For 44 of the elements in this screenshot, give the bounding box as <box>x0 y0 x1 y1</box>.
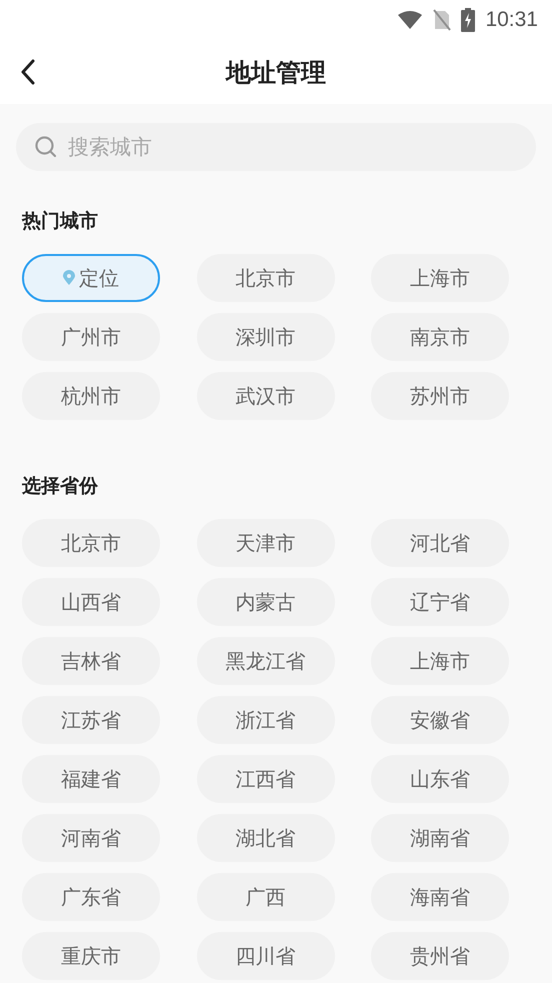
province-chip[interactable]: 辽宁省 <box>371 578 509 626</box>
wifi-icon <box>397 10 424 30</box>
province-chip[interactable]: 广东省 <box>22 873 160 921</box>
search-icon <box>34 135 58 159</box>
province-chip[interactable]: 山东省 <box>371 755 509 803</box>
city-chip[interactable]: 苏州市 <box>371 372 509 420</box>
city-chip[interactable]: 定位 <box>22 254 160 302</box>
province-chip[interactable]: 北京市 <box>22 519 160 567</box>
city-chip[interactable]: 武汉市 <box>196 372 334 420</box>
province-chip[interactable]: 黑龙江省 <box>196 637 334 685</box>
province-chip[interactable]: 福建省 <box>22 755 160 803</box>
province-chip[interactable]: 河北省 <box>371 519 509 567</box>
city-chip[interactable]: 杭州市 <box>22 372 160 420</box>
province-chip[interactable]: 江西省 <box>196 755 334 803</box>
no-sim-icon <box>433 9 452 31</box>
province-chip[interactable]: 内蒙古 <box>196 578 334 626</box>
section-title: 热门城市 <box>22 209 99 234</box>
province-chip[interactable]: 江苏省 <box>22 696 160 744</box>
battery-icon <box>461 8 476 32</box>
province-chip[interactable]: 海南省 <box>371 873 509 921</box>
city-chip[interactable]: 上海市 <box>371 254 509 302</box>
city-chip[interactable]: 北京市 <box>196 254 334 302</box>
province-chip[interactable]: 贵州省 <box>371 932 509 980</box>
city-chip[interactable]: 南京市 <box>371 313 509 361</box>
province-chip[interactable]: 安徽省 <box>371 696 509 744</box>
province-chip[interactable]: 湖北省 <box>196 814 334 862</box>
location-pin-icon <box>63 270 75 286</box>
province-chip[interactable]: 广西 <box>196 873 334 921</box>
status-time: 10:31 <box>485 8 538 32</box>
section-title: 选择省份 <box>22 474 99 499</box>
province-chip[interactable]: 四川省 <box>196 932 334 980</box>
province-chip[interactable]: 重庆市 <box>22 932 160 980</box>
province-chip[interactable]: 湖南省 <box>371 814 509 862</box>
province-chip[interactable]: 上海市 <box>371 637 509 685</box>
page-title: 地址管理 <box>226 56 326 88</box>
search-field[interactable]: 搜索城市 <box>16 123 536 171</box>
city-chip[interactable]: 广州市 <box>22 313 160 361</box>
province-chip[interactable]: 河南省 <box>22 814 160 862</box>
province-chip[interactable]: 山西省 <box>22 578 160 626</box>
city-chip[interactable]: 深圳市 <box>196 313 334 361</box>
province-chip[interactable]: 浙江省 <box>196 696 334 744</box>
province-chip[interactable]: 吉林省 <box>22 637 160 685</box>
province-chip[interactable]: 天津市 <box>196 519 334 567</box>
back-icon[interactable] <box>20 59 36 85</box>
